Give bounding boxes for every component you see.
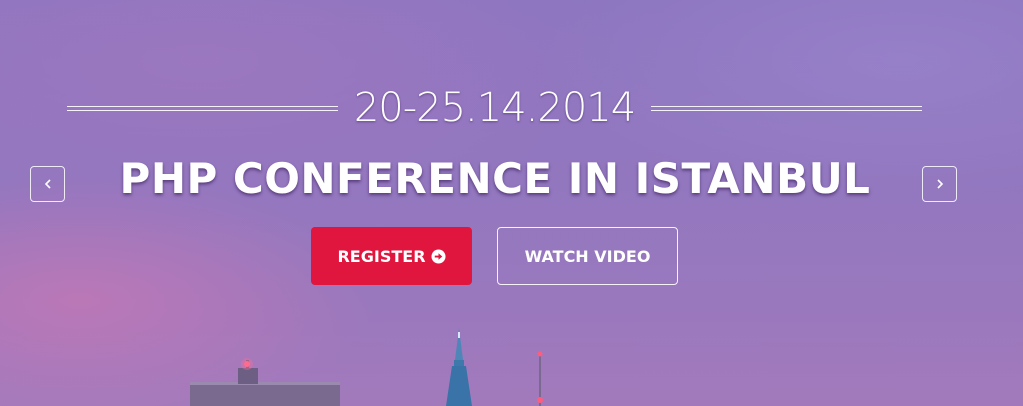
circle-arrow-right-icon xyxy=(430,248,446,264)
hero-slider: 20-25.14.2014 PHP CONFERENCE IN ISTANBUL… xyxy=(0,0,1023,406)
slider-prev-button[interactable] xyxy=(30,166,65,202)
date-row: 20-25.14.2014 xyxy=(67,84,923,132)
event-title: PHP CONFERENCE IN ISTANBUL xyxy=(119,154,871,203)
watch-video-button[interactable]: WATCH VIDEO xyxy=(497,227,678,285)
chevron-left-icon xyxy=(44,179,51,189)
right-divider xyxy=(651,105,923,111)
left-divider xyxy=(67,105,338,111)
chevron-right-icon xyxy=(936,179,943,189)
register-button[interactable]: REGISTER xyxy=(311,227,472,285)
city-skyline-image xyxy=(190,328,543,406)
slider-next-button[interactable] xyxy=(922,166,957,202)
event-date: 20-25.14.2014 xyxy=(353,85,636,131)
register-button-label: REGISTER xyxy=(337,246,426,266)
watch-video-button-label: WATCH VIDEO xyxy=(524,246,651,266)
